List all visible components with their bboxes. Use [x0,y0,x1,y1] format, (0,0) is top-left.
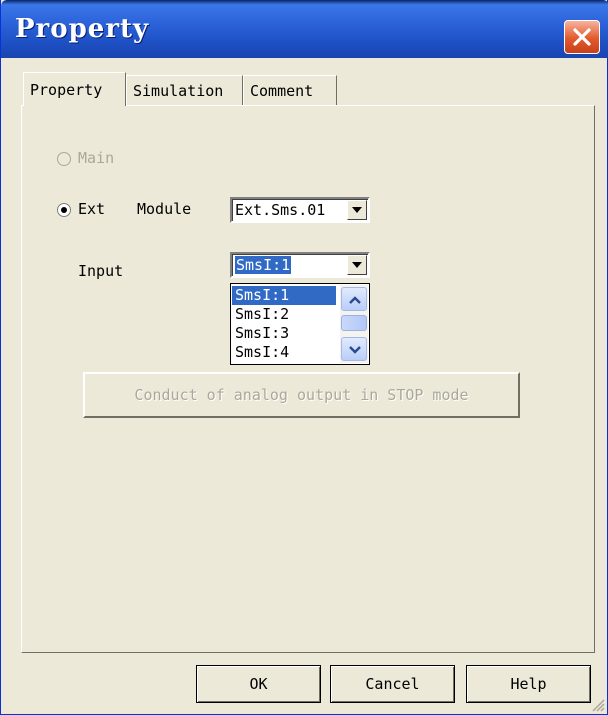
main-radio[interactable] [57,152,71,166]
dropdown-item-smsi-1[interactable]: SmsI:1 [232,286,336,305]
dropdown-scrollbar[interactable] [340,285,368,363]
close-button[interactable] [564,20,600,54]
tab-property-label: Property [30,81,103,99]
input-label: Input [78,262,124,280]
dropdown-item-smsi-3[interactable]: SmsI:3 [232,324,336,343]
help-button[interactable]: Help [466,665,591,703]
chevron-up-icon [349,296,361,304]
scroll-thumb[interactable] [341,315,367,331]
main-radio-label: Main [78,149,115,167]
resize-grip-icon[interactable] [591,698,605,712]
tab-comment[interactable]: Comment [243,75,337,105]
close-icon [573,28,591,46]
ok-button[interactable]: OK [196,665,321,703]
dropdown-item-smsi-4[interactable]: SmsI:4 [232,343,336,362]
tab-comment-label: Comment [250,82,314,100]
chevron-down-icon [349,346,361,354]
conduct-analog-output-button[interactable]: Conduct of analog output in STOP mode [83,372,520,418]
scroll-down-button[interactable] [341,337,367,361]
property-dialog: Property Property Simulation Comment Mai… [0,0,608,715]
title-bar[interactable]: Property [1,0,608,58]
ext-radio[interactable] [57,203,71,217]
radio-checked-dot [61,207,67,213]
module-label: Module [137,200,192,218]
module-select[interactable]: Ext.Sms.01 [230,197,370,223]
scroll-up-button[interactable] [341,287,367,311]
input-dropdown-list: SmsI:1 SmsI:2 SmsI:3 SmsI:4 [230,283,370,365]
dropdown-item-smsi-2[interactable]: SmsI:2 [232,305,336,324]
tab-simulation[interactable]: Simulation [126,75,243,105]
chevron-down-icon[interactable] [347,200,367,220]
tab-simulation-label: Simulation [133,82,224,100]
cancel-button[interactable]: Cancel [330,665,455,703]
chevron-down-icon[interactable] [347,255,367,275]
ext-radio-label: Ext [78,200,106,218]
tab-property[interactable]: Property [23,72,126,106]
input-select-value: SmsI:1 [235,256,292,274]
module-select-value: Ext.Sms.01 [235,201,326,219]
input-select[interactable]: SmsI:1 [230,252,370,278]
window-title: Property [15,14,150,44]
